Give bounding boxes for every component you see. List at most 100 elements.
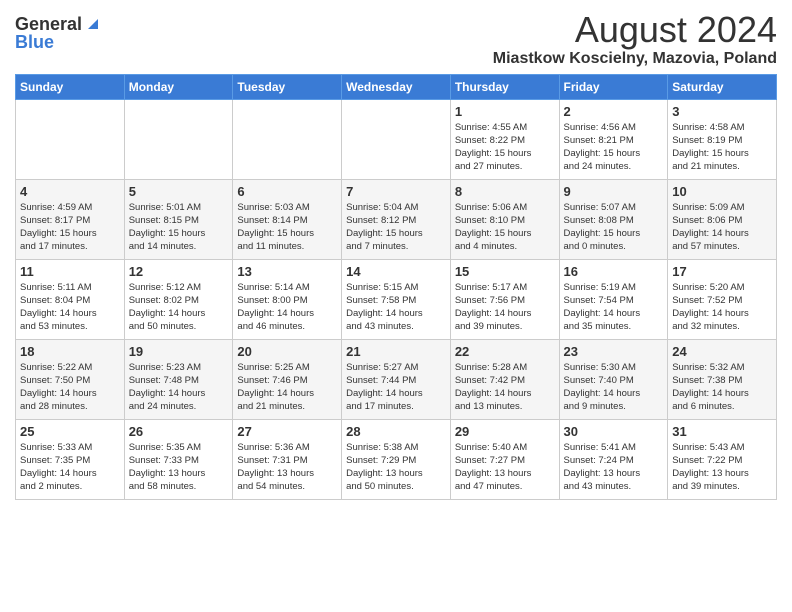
calendar-week-row: 4 Sunrise: 4:59 AMSunset: 8:17 PMDaylight… [16, 179, 777, 259]
day-number: 26 [129, 424, 229, 439]
cell-info: Sunrise: 5:22 AMSunset: 7:50 PMDaylight:… [20, 361, 120, 414]
calendar-week-row: 11 Sunrise: 5:11 AMSunset: 8:04 PMDayligh… [16, 259, 777, 339]
table-row: 18 Sunrise: 5:22 AMSunset: 7:50 PMDayligh… [16, 339, 125, 419]
table-row: 5 Sunrise: 5:01 AMSunset: 8:15 PMDaylight… [124, 179, 233, 259]
cell-info: Sunrise: 5:27 AMSunset: 7:44 PMDaylight:… [346, 361, 446, 414]
calendar-week-row: 18 Sunrise: 5:22 AMSunset: 7:50 PMDayligh… [16, 339, 777, 419]
table-row: 19 Sunrise: 5:23 AMSunset: 7:48 PMDayligh… [124, 339, 233, 419]
cell-info: Sunrise: 4:59 AMSunset: 8:17 PMDaylight:… [20, 201, 120, 254]
cell-info: Sunrise: 5:38 AMSunset: 7:29 PMDaylight:… [346, 441, 446, 494]
title-section: August 2024 Miastkow Koscielny, Mazovia,… [493, 10, 777, 68]
day-number: 12 [129, 264, 229, 279]
table-row: 24 Sunrise: 5:32 AMSunset: 7:38 PMDayligh… [668, 339, 777, 419]
header-monday: Monday [124, 74, 233, 99]
table-row [233, 99, 342, 179]
cell-info: Sunrise: 5:09 AMSunset: 8:06 PMDaylight:… [672, 201, 772, 254]
table-row: 13 Sunrise: 5:14 AMSunset: 8:00 PMDayligh… [233, 259, 342, 339]
day-number: 31 [672, 424, 772, 439]
day-number: 19 [129, 344, 229, 359]
header-tuesday: Tuesday [233, 74, 342, 99]
day-number: 17 [672, 264, 772, 279]
day-number: 18 [20, 344, 120, 359]
table-row: 21 Sunrise: 5:27 AMSunset: 7:44 PMDayligh… [342, 339, 451, 419]
table-row: 17Sunrise: 5:20 AMSunset: 7:52 PMDayligh… [668, 259, 777, 339]
day-number: 21 [346, 344, 446, 359]
cell-info: Sunrise: 4:55 AMSunset: 8:22 PMDaylight:… [455, 121, 555, 174]
day-number: 24 [672, 344, 772, 359]
month-year-title: August 2024 [493, 10, 777, 50]
calendar-table: Sunday Monday Tuesday Wednesday Thursday… [15, 74, 777, 500]
table-row: 8 Sunrise: 5:06 AMSunset: 8:10 PMDaylight… [450, 179, 559, 259]
day-number: 1 [455, 104, 555, 119]
day-number: 10 [672, 184, 772, 199]
calendar-week-row: 25Sunrise: 5:33 AMSunset: 7:35 PMDayligh… [16, 419, 777, 499]
table-row: 1 Sunrise: 4:55 AMSunset: 8:22 PMDaylight… [450, 99, 559, 179]
logo-blue-text: Blue [15, 33, 54, 51]
day-number: 9 [564, 184, 664, 199]
day-number: 30 [564, 424, 664, 439]
day-number: 15 [455, 264, 555, 279]
cell-info: Sunrise: 5:25 AMSunset: 7:46 PMDaylight:… [237, 361, 337, 414]
table-row: 15Sunrise: 5:17 AMSunset: 7:56 PMDayligh… [450, 259, 559, 339]
table-row: 12Sunrise: 5:12 AMSunset: 8:02 PMDayligh… [124, 259, 233, 339]
day-number: 6 [237, 184, 337, 199]
table-row: 23 Sunrise: 5:30 AMSunset: 7:40 PMDayligh… [559, 339, 668, 419]
header-thursday: Thursday [450, 74, 559, 99]
table-row: 31Sunrise: 5:43 AMSunset: 7:22 PMDayligh… [668, 419, 777, 499]
cell-info: Sunrise: 4:58 AMSunset: 8:19 PMDaylight:… [672, 121, 772, 174]
table-row: 25Sunrise: 5:33 AMSunset: 7:35 PMDayligh… [16, 419, 125, 499]
logo-icon [84, 15, 100, 31]
day-number: 13 [237, 264, 337, 279]
day-number: 3 [672, 104, 772, 119]
table-row: 30Sunrise: 5:41 AMSunset: 7:24 PMDayligh… [559, 419, 668, 499]
day-number: 8 [455, 184, 555, 199]
day-number: 7 [346, 184, 446, 199]
cell-info: Sunrise: 5:03 AMSunset: 8:14 PMDaylight:… [237, 201, 337, 254]
day-number: 29 [455, 424, 555, 439]
page-header: General Blue August 2024 Miastkow Koscie… [15, 10, 777, 68]
table-row: 14 Sunrise: 5:15 AMSunset: 7:58 PMDayligh… [342, 259, 451, 339]
day-number: 5 [129, 184, 229, 199]
cell-info: Sunrise: 5:19 AMSunset: 7:54 PMDaylight:… [564, 281, 664, 334]
table-row: 9Sunrise: 5:07 AMSunset: 8:08 PMDaylight… [559, 179, 668, 259]
cell-info: Sunrise: 5:11 AMSunset: 8:04 PMDaylight:… [20, 281, 120, 334]
location-title: Miastkow Koscielny, Mazovia, Poland [493, 50, 777, 68]
table-row: 20 Sunrise: 5:25 AMSunset: 7:46 PMDayligh… [233, 339, 342, 419]
table-row: 16Sunrise: 5:19 AMSunset: 7:54 PMDayligh… [559, 259, 668, 339]
day-number: 27 [237, 424, 337, 439]
cell-info: Sunrise: 4:56 AMSunset: 8:21 PMDaylight:… [564, 121, 664, 174]
header-wednesday: Wednesday [342, 74, 451, 99]
logo: General Blue [15, 15, 100, 51]
table-row: 26 Sunrise: 5:35 AMSunset: 7:33 PMDayligh… [124, 419, 233, 499]
header-sunday: Sunday [16, 74, 125, 99]
cell-info: Sunrise: 5:35 AMSunset: 7:33 PMDaylight:… [129, 441, 229, 494]
day-number: 25 [20, 424, 120, 439]
table-row: 10 Sunrise: 5:09 AMSunset: 8:06 PMDayligh… [668, 179, 777, 259]
logo-general-text: General [15, 15, 82, 33]
cell-info: Sunrise: 5:01 AMSunset: 8:15 PMDaylight:… [129, 201, 229, 254]
cell-info: Sunrise: 5:14 AMSunset: 8:00 PMDaylight:… [237, 281, 337, 334]
day-number: 14 [346, 264, 446, 279]
cell-info: Sunrise: 5:40 AMSunset: 7:27 PMDaylight:… [455, 441, 555, 494]
cell-info: Sunrise: 5:23 AMSunset: 7:48 PMDaylight:… [129, 361, 229, 414]
table-row [16, 99, 125, 179]
day-number: 23 [564, 344, 664, 359]
day-number: 28 [346, 424, 446, 439]
table-row [342, 99, 451, 179]
cell-info: Sunrise: 5:36 AMSunset: 7:31 PMDaylight:… [237, 441, 337, 494]
day-number: 20 [237, 344, 337, 359]
table-row [124, 99, 233, 179]
table-row: 7Sunrise: 5:04 AMSunset: 8:12 PMDaylight… [342, 179, 451, 259]
cell-info: Sunrise: 5:32 AMSunset: 7:38 PMDaylight:… [672, 361, 772, 414]
cell-info: Sunrise: 5:30 AMSunset: 7:40 PMDaylight:… [564, 361, 664, 414]
cell-info: Sunrise: 5:15 AMSunset: 7:58 PMDaylight:… [346, 281, 446, 334]
cell-info: Sunrise: 5:06 AMSunset: 8:10 PMDaylight:… [455, 201, 555, 254]
table-row: 2 Sunrise: 4:56 AMSunset: 8:21 PMDaylight… [559, 99, 668, 179]
calendar-week-row: 1 Sunrise: 4:55 AMSunset: 8:22 PMDaylight… [16, 99, 777, 179]
day-number: 11 [20, 264, 120, 279]
table-row: 22Sunrise: 5:28 AMSunset: 7:42 PMDayligh… [450, 339, 559, 419]
day-number: 2 [564, 104, 664, 119]
cell-info: Sunrise: 5:28 AMSunset: 7:42 PMDaylight:… [455, 361, 555, 414]
day-number: 4 [20, 184, 120, 199]
table-row: 29 Sunrise: 5:40 AMSunset: 7:27 PMDayligh… [450, 419, 559, 499]
